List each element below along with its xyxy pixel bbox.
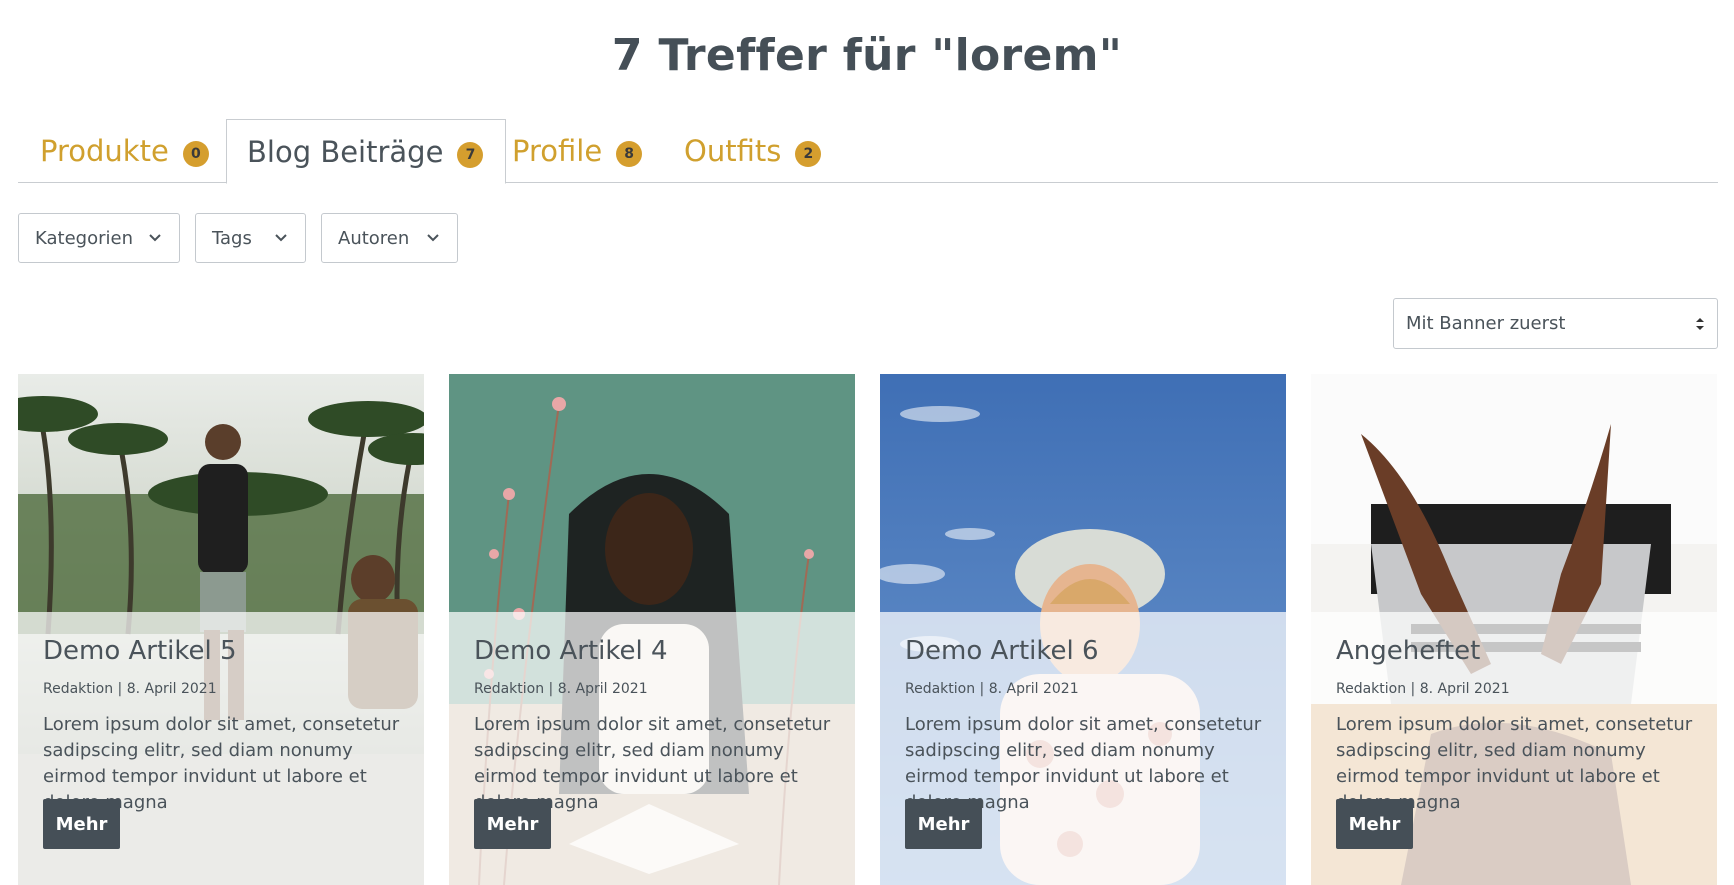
card-title[interactable]: Demo Artikel 4 <box>474 636 668 666</box>
count-badge: 7 <box>457 141 484 168</box>
blog-card: Demo Artikel 6 Redaktion | 8. April 2021… <box>880 374 1286 885</box>
card-meta: Redaktion | 8. April 2021 <box>905 681 1079 697</box>
card-title[interactable]: Demo Artikel 5 <box>43 636 237 666</box>
filter-label: Tags <box>212 227 252 249</box>
card-title[interactable]: Demo Artikel 6 <box>905 636 1099 666</box>
tab-outfits[interactable]: Outfits 2 <box>684 119 822 183</box>
blog-card: Demo Artikel 4 Redaktion | 8. April 2021… <box>449 374 855 885</box>
tab-label: Blog Beiträge <box>247 134 444 169</box>
more-button[interactable]: Mehr <box>474 799 551 849</box>
count-badge: 8 <box>616 141 643 167</box>
page-title: 7 Treffer für "lorem" <box>611 30 1123 81</box>
blog-card: Angeheftet Redaktion | 8. April 2021 Lor… <box>1311 374 1717 885</box>
tab-label: Outfits <box>684 134 782 168</box>
filter-tags-dropdown[interactable]: Tags <box>195 213 306 263</box>
filter-label: Kategorien <box>35 227 133 249</box>
sort-select[interactable]: Mit Banner zuerst <box>1393 298 1718 349</box>
blog-card: Demo Artikel 5 Redaktion | 8. April 2021… <box>18 374 424 885</box>
card-meta: Redaktion | 8. April 2021 <box>1336 681 1510 697</box>
chevron-down-icon <box>427 234 439 242</box>
tab-produkte[interactable]: Produkte 0 <box>40 119 209 183</box>
more-button[interactable]: Mehr <box>1336 799 1413 849</box>
count-badge: 2 <box>795 141 822 167</box>
filter-label: Autoren <box>338 227 410 249</box>
chevron-down-icon <box>149 234 161 242</box>
more-button[interactable]: Mehr <box>905 799 982 849</box>
card-meta: Redaktion | 8. April 2021 <box>474 681 648 697</box>
count-badge: 0 <box>182 141 209 167</box>
tab-profile[interactable]: Profile 8 <box>512 119 643 183</box>
tab-label: Produkte <box>40 134 169 168</box>
card-meta: Redaktion | 8. April 2021 <box>43 681 217 697</box>
more-button[interactable]: Mehr <box>43 799 120 849</box>
tab-label: Profile <box>512 134 603 168</box>
sort-arrows-icon <box>1696 318 1704 330</box>
filter-kategorien-dropdown[interactable]: Kategorien <box>18 213 180 263</box>
chevron-down-icon <box>275 234 287 242</box>
filter-autoren-dropdown[interactable]: Autoren <box>321 213 458 263</box>
sort-selected-value: Mit Banner zuerst <box>1406 313 1566 334</box>
card-title[interactable]: Angeheftet <box>1336 636 1480 666</box>
tab-blog-beitraege[interactable]: Blog Beiträge 7 <box>226 119 507 184</box>
search-result-tabs: Produkte 0 Blog Beiträge 7 Profile 8 Out… <box>18 119 1718 184</box>
